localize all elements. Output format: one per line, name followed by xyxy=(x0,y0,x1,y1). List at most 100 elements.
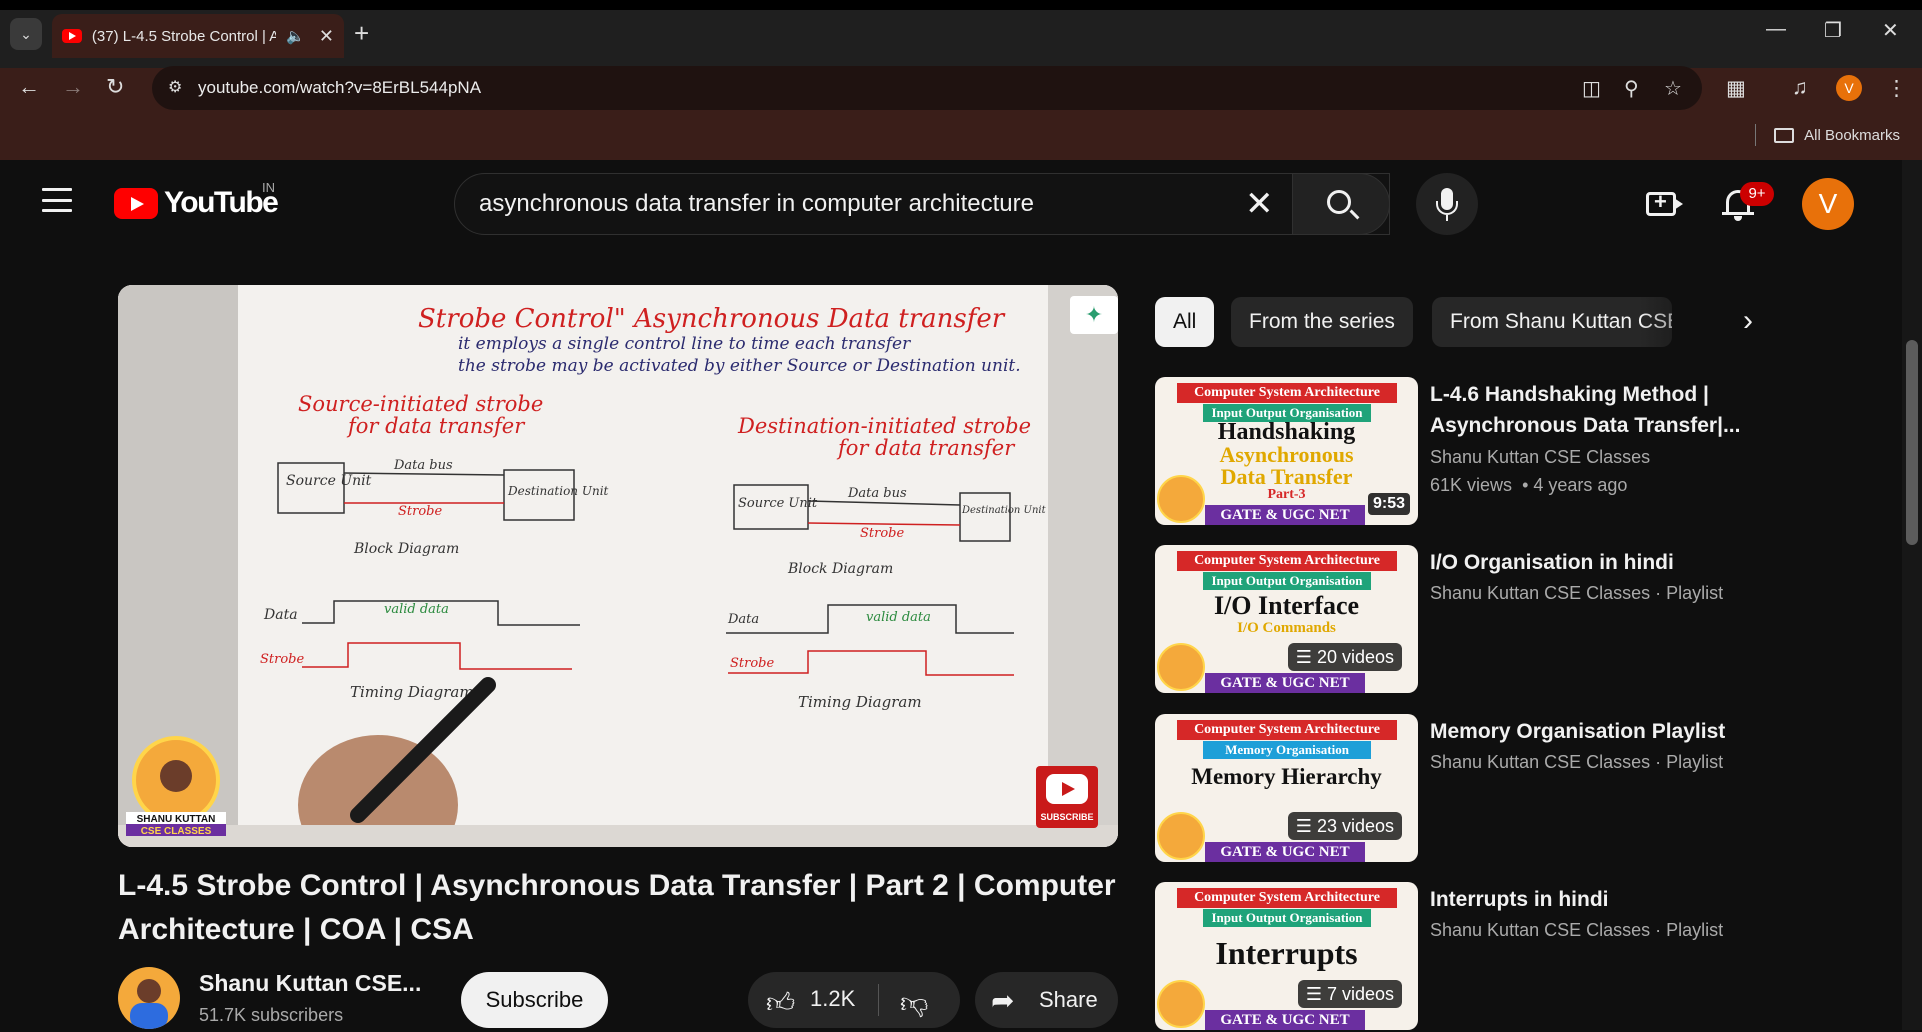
chip-from-series[interactable]: From the series xyxy=(1231,297,1413,347)
rec-channel[interactable]: Shanu Kuttan CSE Classes xyxy=(1430,447,1650,468)
rec-title[interactable]: I/O Organisation in hindi xyxy=(1430,547,1760,578)
clear-search-icon[interactable]: ✕ xyxy=(1245,187,1274,221)
subscribe-button[interactable]: Subscribe xyxy=(461,972,608,1028)
guide-menu-icon[interactable] xyxy=(42,188,72,212)
rec-channel[interactable]: Shanu Kuttan CSE Classes · Playlist xyxy=(1430,920,1723,941)
ask-ai-button[interactable]: ✦ xyxy=(1070,296,1118,334)
right-strobe: Strobe xyxy=(860,526,904,541)
create-video-icon[interactable] xyxy=(1646,189,1683,216)
forward-icon[interactable]: → xyxy=(62,74,84,100)
install-app-icon[interactable]: ◫ xyxy=(1582,76,1601,101)
url-text[interactable]: youtube.com/watch?v=8ErBL544pNA xyxy=(198,78,481,98)
browser-tab-active[interactable]: (37) L-4.5 Strobe Control | A 🔈 ✕ xyxy=(52,14,344,58)
right-strobe-label: Strobe xyxy=(730,656,774,671)
left-source-unit: Source Unit xyxy=(286,473,372,489)
watermark-line-2: CSE CLASSES xyxy=(141,826,212,836)
minimize-icon[interactable]: — xyxy=(1766,18,1786,41)
rec-item[interactable]: Computer System Architecture Input Outpu… xyxy=(1155,882,1895,1032)
account-avatar[interactable]: V xyxy=(1802,178,1854,230)
dislike-button[interactable]: 👎︎ xyxy=(900,986,928,1020)
browser-profile-avatar[interactable]: V xyxy=(1836,75,1862,101)
thumb-headline-1: I/O Interface xyxy=(1213,591,1360,620)
youtube-logo[interactable]: YouTube IN xyxy=(114,180,279,220)
channel-watermark[interactable]: SHANU KUTTAN CSE CLASSES xyxy=(124,736,228,837)
subscriber-count: 51.7K subscribers xyxy=(199,1005,344,1025)
search-input[interactable] xyxy=(479,174,1259,234)
thumb-band-2: Input Output Organisation xyxy=(1203,572,1371,590)
rec-thumbnail[interactable]: Computer System Architecture Input Outpu… xyxy=(1155,545,1418,693)
right-dest-unit: Destination Unit xyxy=(961,505,1047,516)
restore-icon[interactable]: ❐ xyxy=(1824,18,1842,43)
scroll-thumb[interactable] xyxy=(1906,340,1918,545)
subscribe-watermark-label: SUBSCRIBE xyxy=(1040,812,1094,822)
rec-thumbnail[interactable]: Computer System Architecture Input Outpu… xyxy=(1155,882,1418,1030)
search-box[interactable]: ✕ xyxy=(454,173,1390,235)
presenter-face xyxy=(1157,475,1205,523)
like-count[interactable]: 1.2K xyxy=(810,986,855,1012)
tab-search-button[interactable]: ⌄ xyxy=(10,18,42,50)
playlist-count-badge: ☰ 20 videos xyxy=(1287,643,1402,671)
thumb-band-1: Computer System Architecture xyxy=(1177,720,1397,740)
left-block-diagram: Block Diagram xyxy=(353,541,459,557)
video-player[interactable]: Strobe Control" Asynchronous Data transf… xyxy=(118,285,1118,847)
rec-thumbnail[interactable]: Computer System Architecture Memory Orga… xyxy=(1155,714,1418,862)
rec-channel[interactable]: Shanu Kuttan CSE Classes · Playlist xyxy=(1430,752,1723,773)
thumb-footer: GATE & UGC NET xyxy=(1205,673,1365,693)
rec-item[interactable]: Computer System Architecture Input Outpu… xyxy=(1155,545,1895,695)
rec-meta: 61K views • 4 years ago xyxy=(1430,475,1628,495)
share-arrow-icon: ➦ xyxy=(991,985,1015,1016)
rec-item[interactable]: Computer System Architecture Memory Orga… xyxy=(1155,714,1895,864)
bookmark-star-icon[interactable]: ☆ xyxy=(1664,76,1682,101)
rec-title[interactable]: L-4.6 Handshaking Method | Asynchronous … xyxy=(1430,379,1760,441)
rec-title[interactable]: Interrupts in hindi xyxy=(1430,884,1760,915)
share-button[interactable]: ➦ Share xyxy=(975,972,1118,1028)
chip-all[interactable]: All xyxy=(1155,297,1215,347)
right-data-bus: Data bus xyxy=(847,486,907,501)
reload-icon[interactable]: ↻ xyxy=(106,74,124,100)
thumb-headline-3: Data Transfer xyxy=(1220,464,1353,489)
thumb-band-1: Computer System Architecture xyxy=(1177,551,1397,571)
all-bookmarks-button[interactable]: All Bookmarks xyxy=(1755,124,1900,146)
thumb-band-1: Computer System Architecture xyxy=(1177,888,1397,908)
rec-thumbnail[interactable]: Computer System Architecture Input Outpu… xyxy=(1155,377,1418,525)
subscribe-watermark[interactable]: SUBSCRIBE xyxy=(1036,766,1098,828)
playlist-count: 20 videos xyxy=(1316,647,1394,667)
video-title: L-4.5 Strobe Control | Asynchronous Data… xyxy=(118,869,1116,946)
search-button[interactable] xyxy=(1292,173,1390,235)
close-tab-icon[interactable]: ✕ xyxy=(319,26,334,47)
back-icon[interactable]: ← xyxy=(18,74,40,100)
chip-from-channel[interactable]: From Shanu Kuttan CSE C xyxy=(1432,297,1672,347)
right-data-label: Data xyxy=(727,612,759,627)
channel-name[interactable]: Shanu Kuttan CSE... xyxy=(199,970,421,997)
left-data-label: Data xyxy=(263,607,298,623)
thumb-headline-1: Memory Hierarchy xyxy=(1191,764,1382,789)
board-line1: it employs a single control line to time… xyxy=(458,334,911,354)
address-bar[interactable]: ⚙ youtube.com/watch?v=8ErBL544pNA ◫ ⚲ ☆ xyxy=(152,66,1702,110)
right-timing-diagram: Timing Diagram xyxy=(798,693,922,711)
channel-avatar[interactable] xyxy=(118,967,180,1029)
new-tab-button[interactable]: + xyxy=(354,20,369,46)
playlist-count-badge: ☰ 23 videos xyxy=(1287,812,1402,840)
chip-fade xyxy=(1640,295,1730,349)
media-controls-icon[interactable]: ♫ xyxy=(1792,76,1808,100)
like-button[interactable]: 👍︎ xyxy=(766,986,795,1020)
site-info-icon[interactable]: ⚙ xyxy=(168,77,190,99)
youtube-wordmark: YouTube xyxy=(164,186,279,219)
youtube-icon xyxy=(1046,774,1088,804)
page-scrollbar[interactable] xyxy=(1902,160,1922,1030)
extensions-icon[interactable]: ▦ xyxy=(1726,76,1746,101)
rec-title[interactable]: Memory Organisation Playlist xyxy=(1430,716,1760,747)
chip-next-arrow-icon[interactable]: › xyxy=(1730,304,1766,340)
browser-menu-icon[interactable]: ⋮ xyxy=(1886,76,1907,101)
rec-channel[interactable]: Shanu Kuttan CSE Classes · Playlist xyxy=(1430,583,1723,604)
chevron-down-icon: ⌄ xyxy=(20,25,32,42)
rec-item[interactable]: Computer System Architecture Input Outpu… xyxy=(1155,377,1895,527)
voice-search-button[interactable] xyxy=(1416,173,1478,235)
close-window-icon[interactable]: ✕ xyxy=(1882,18,1899,43)
bookmarks-separator xyxy=(1755,124,1757,146)
speaker-icon[interactable]: 🔈 xyxy=(286,27,305,45)
zoom-icon[interactable]: ⚲ xyxy=(1624,76,1639,101)
presenter-face xyxy=(1157,643,1205,691)
search-icon xyxy=(1327,190,1351,214)
left-dest-unit: Destination Unit xyxy=(507,484,609,498)
